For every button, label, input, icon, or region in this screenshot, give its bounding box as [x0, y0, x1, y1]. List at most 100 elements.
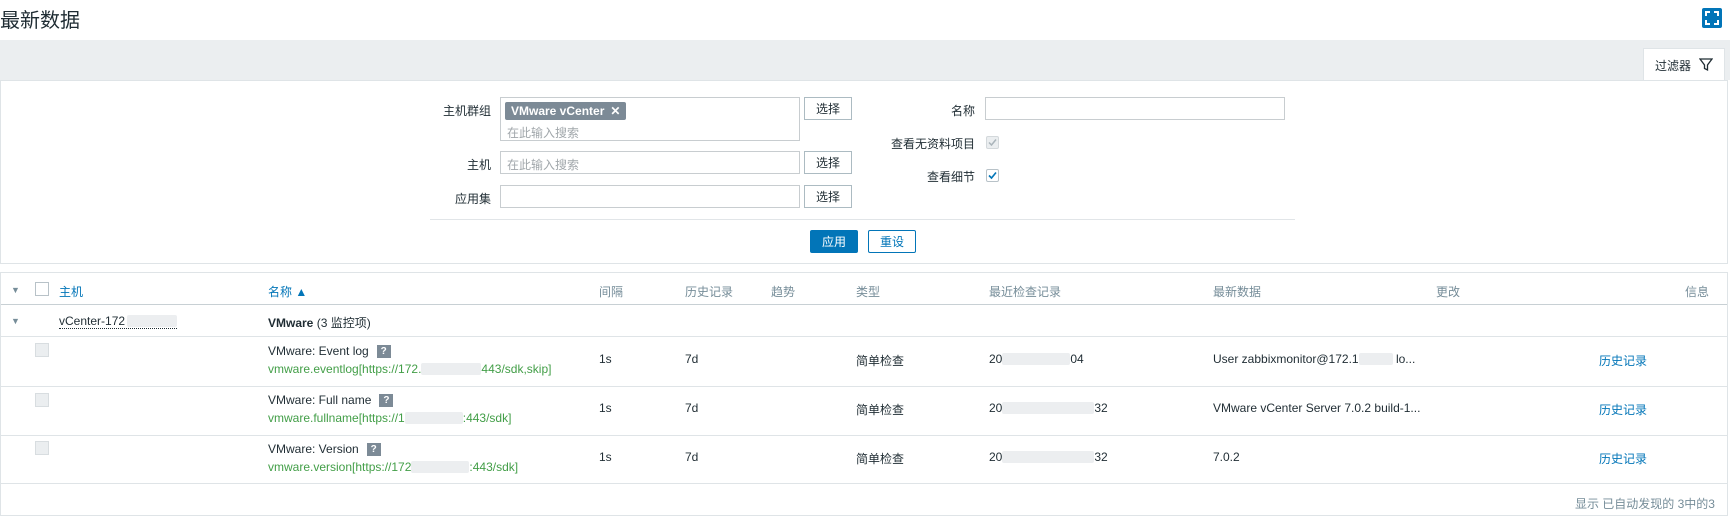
item-name-text: VMware: Event log — [268, 344, 369, 358]
item-last-value: User zabbixmonitor@172.1 lo... — [1213, 352, 1415, 366]
application-select-button[interactable]: 选择 — [804, 185, 852, 208]
last-check-start: 20 — [989, 450, 1003, 464]
item-type: 简单检查 — [856, 452, 905, 466]
item-key-end: :443/sdk] — [462, 411, 512, 425]
hosts-select-button[interactable]: 选择 — [804, 151, 852, 174]
last-check-end: 04 — [1070, 352, 1084, 366]
header-divider — [1, 304, 1727, 305]
host-name[interactable]: vCenter-172 — [59, 314, 178, 329]
name-label: 名称 — [950, 104, 975, 118]
show-details-label: 查看细节 — [926, 170, 975, 184]
filter-panel: 主机群组 VMware vCenter ✕ 在此输入搜索 选择 主机 在此输入搜… — [0, 80, 1728, 264]
remove-tag-icon[interactable]: ✕ — [610, 104, 620, 118]
item-interval: 1s — [599, 401, 612, 415]
reset-button[interactable]: 重设 — [868, 230, 916, 253]
item-history: 7d — [685, 401, 699, 415]
item-key-start: vmware.fullname[https://1 — [268, 411, 405, 425]
header-info: 信息 — [1685, 285, 1710, 299]
application-group: VMware (3 监控项) — [268, 314, 371, 331]
row-divider — [1, 483, 1727, 484]
latest-data-table: ▼ 主机 名称 ▲ 间隔 历史记录 趋势 类型 最近检查记录 最新数据 更改 信… — [0, 272, 1728, 516]
collapse-host-icon[interactable]: ▼ — [11, 316, 20, 326]
item-name: VMware: Full name? — [268, 393, 394, 407]
application-input[interactable] — [500, 185, 800, 208]
item-name: VMware: Event log? — [268, 344, 391, 358]
header-last-check: 最近检查记录 — [989, 285, 1062, 299]
page-title: 最新数据 — [0, 10, 80, 32]
header-trends: 趋势 — [771, 285, 796, 299]
help-icon[interactable]: ? — [379, 394, 394, 407]
item-name: VMware: Version? — [268, 442, 381, 456]
host-group-tag-label: VMware vCenter — [511, 104, 605, 118]
check-icon — [988, 139, 997, 147]
application-count: (3 监控项) — [316, 316, 371, 330]
history-link[interactable]: 历史记录 — [1599, 450, 1647, 467]
item-type: 简单检查 — [856, 354, 905, 368]
hosts-label: 主机 — [466, 158, 491, 172]
application-label: 应用集 — [454, 192, 491, 206]
item-last-check: 20 04 — [989, 352, 1084, 366]
filter-separator — [430, 219, 1295, 220]
last-value-end: lo... — [1395, 352, 1416, 366]
last-value-start: User zabbixmonitor@172.1 — [1213, 352, 1359, 366]
show-without-data-checkbox[interactable] — [986, 136, 999, 149]
item-key-end: :443/sdk] — [469, 460, 519, 474]
application-name: VMware — [268, 316, 314, 330]
host-groups-placeholder[interactable]: 在此输入搜索 — [507, 124, 579, 141]
history-link[interactable]: 历史记录 — [1599, 352, 1647, 369]
table-footer: 显示 已自动发现的 3中的3 — [1574, 497, 1715, 511]
item-last-check: 20 32 — [989, 401, 1108, 415]
last-check-end: 32 — [1094, 450, 1108, 464]
item-key: vmware.fullname[https://1 :443/sdk] — [268, 411, 511, 425]
host-groups-select-button[interactable]: 选择 — [804, 97, 852, 120]
header-interval: 间隔 — [599, 285, 624, 299]
help-icon[interactable]: ? — [376, 345, 391, 358]
item-interval: 1s — [599, 352, 612, 366]
header-name[interactable]: 名称 ▲ — [268, 283, 307, 300]
redacted-block — [127, 315, 178, 327]
header-history: 历史记录 — [685, 285, 734, 299]
redacted-block — [421, 363, 482, 375]
row-checkbox[interactable] — [35, 393, 49, 407]
item-name-text: VMware: Full name — [268, 393, 372, 407]
fullscreen-button[interactable] — [1702, 8, 1722, 28]
row-checkbox[interactable] — [35, 343, 49, 357]
host-group-tag: VMware vCenter ✕ — [505, 102, 627, 120]
header-type: 类型 — [856, 285, 881, 299]
host-name-text: vCenter-172 — [59, 314, 126, 328]
header-last-value: 最新数据 — [1213, 285, 1262, 299]
redacted-block — [411, 461, 470, 473]
item-key-end: 443/sdk,skip] — [481, 362, 552, 376]
filter-tab[interactable]: 过滤器 — [1643, 48, 1725, 81]
row-divider — [1, 386, 1727, 387]
item-name-text: VMware: Version — [268, 442, 359, 456]
header-host[interactable]: 主机 — [59, 283, 83, 300]
name-input[interactable] — [985, 97, 1285, 120]
filter-band — [0, 40, 1730, 80]
item-key: vmware.version[https://172 :443/sdk] — [268, 460, 518, 474]
item-history: 7d — [685, 352, 699, 366]
last-check-start: 20 — [989, 352, 1003, 366]
host-groups-label: 主机群组 — [442, 104, 491, 118]
select-all-checkbox[interactable] — [35, 282, 49, 296]
item-key-start: vmware.version[https://172 — [268, 460, 412, 474]
collapse-all-icon[interactable]: ▼ — [11, 285, 20, 295]
item-last-value: 7.0.2 — [1213, 450, 1240, 464]
item-key-start: vmware.eventlog[https://172. — [268, 362, 422, 376]
show-details-checkbox[interactable] — [986, 169, 999, 182]
help-icon[interactable]: ? — [366, 443, 381, 456]
hosts-input[interactable]: 在此输入搜索 — [500, 151, 800, 174]
last-check-start: 20 — [989, 401, 1003, 415]
check-icon — [988, 171, 997, 180]
redacted-block — [1358, 353, 1393, 365]
row-checkbox[interactable] — [35, 441, 49, 455]
redacted-block — [1002, 353, 1071, 365]
fullscreen-icon — [1705, 11, 1719, 25]
host-groups-multiselect[interactable]: VMware vCenter ✕ 在此输入搜索 — [500, 97, 800, 141]
apply-button[interactable]: 应用 — [810, 230, 858, 253]
hosts-placeholder: 在此输入搜索 — [507, 158, 580, 172]
item-history: 7d — [685, 450, 699, 464]
history-link[interactable]: 历史记录 — [1599, 401, 1647, 418]
item-type: 简单检查 — [856, 403, 905, 417]
item-last-value: VMware vCenter Server 7.0.2 build-1... — [1213, 401, 1421, 415]
